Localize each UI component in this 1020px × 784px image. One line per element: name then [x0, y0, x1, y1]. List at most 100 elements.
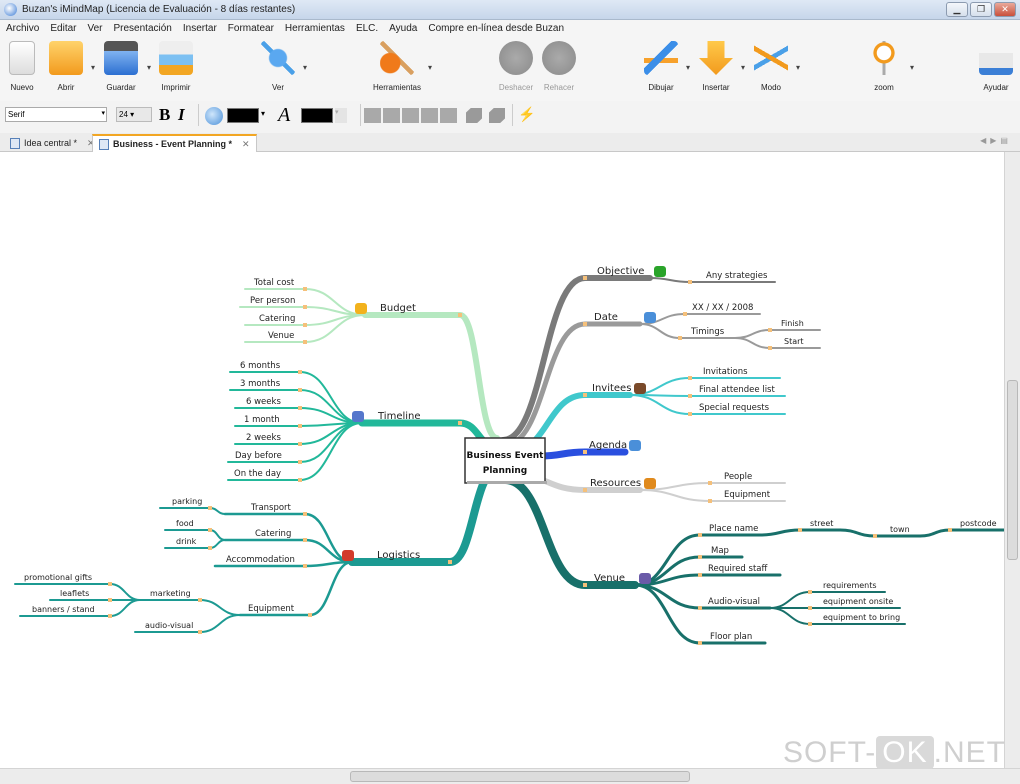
- minimize-button[interactable]: ▁: [946, 2, 968, 17]
- sub-branch-label[interactable]: 3 months: [240, 379, 281, 389]
- sub-branch-label[interactable]: Timings: [690, 327, 725, 337]
- sub-branch-label[interactable]: equipment to bring: [823, 613, 900, 622]
- alignment-buttons[interactable]: [364, 108, 459, 123]
- open-button[interactable]: Abrir: [36, 41, 96, 92]
- sub-branch-label[interactable]: Day before: [235, 451, 282, 461]
- branch-label[interactable]: Venue: [594, 573, 625, 584]
- text-color-swatch[interactable]: [301, 108, 333, 123]
- branch-label[interactable]: Agenda: [589, 440, 627, 451]
- unlink-icon[interactable]: ⚡: [518, 106, 535, 123]
- menu-ver[interactable]: Ver: [87, 23, 102, 34]
- bring-front-icon[interactable]: [489, 108, 505, 123]
- branch-label[interactable]: Objective: [597, 266, 644, 277]
- italic-button[interactable]: I: [178, 105, 185, 125]
- branch-label[interactable]: Timeline: [377, 411, 421, 422]
- sub-branch-label[interactable]: On the day: [234, 469, 281, 479]
- close-button[interactable]: ✕: [994, 2, 1016, 17]
- fill-color-swatch[interactable]: [227, 108, 259, 123]
- sub-branch-label[interactable]: Transport: [250, 503, 292, 513]
- menu-elc[interactable]: ELC.: [356, 23, 378, 34]
- sub-branch-label[interactable]: 6 weeks: [246, 397, 281, 407]
- sub-branch-label[interactable]: Place name: [709, 524, 758, 534]
- redo-button[interactable]: Rehacer: [529, 41, 589, 92]
- sub-branch-label[interactable]: Accommodation: [226, 555, 295, 565]
- menu-formatear[interactable]: Formatear: [228, 23, 274, 34]
- close-tab-icon[interactable]: ✕: [242, 139, 250, 150]
- sub-branch-label[interactable]: banners / stand: [32, 605, 95, 614]
- print-button[interactable]: Imprimir: [146, 41, 206, 92]
- sub-branch-label[interactable]: Map: [711, 546, 729, 556]
- view-dropdown[interactable]: ▾: [303, 63, 307, 72]
- sub-branch-label[interactable]: promotional gifts: [24, 573, 92, 582]
- sub-branch-label[interactable]: Start: [784, 337, 804, 346]
- sub-branch-label[interactable]: drink: [176, 537, 197, 546]
- sub-branch-label[interactable]: town: [890, 525, 910, 534]
- sub-branch-label[interactable]: Catering: [259, 314, 295, 324]
- central-idea[interactable]: Business Event Planning: [464, 437, 547, 484]
- vertical-scroll-thumb[interactable]: [1007, 380, 1018, 560]
- sub-branch-label[interactable]: 2 weeks: [246, 433, 281, 443]
- sub-branch-label[interactable]: People: [724, 472, 752, 482]
- mode-dropdown[interactable]: ▾: [796, 63, 800, 72]
- branch-label[interactable]: Resources: [590, 478, 641, 489]
- sub-branch-label[interactable]: Per person: [250, 296, 295, 306]
- vertical-scrollbar[interactable]: [1004, 152, 1020, 768]
- sub-branch-label[interactable]: Total cost: [253, 278, 295, 288]
- sub-branch-label[interactable]: Any strategies: [706, 271, 768, 281]
- zoom-button[interactable]: zoom: [854, 41, 914, 92]
- tab-business-event-planning[interactable]: Business - Event Planning * ✕: [92, 134, 257, 152]
- sub-branch-label[interactable]: postcode: [960, 519, 997, 528]
- sub-branch-label[interactable]: Required staff: [708, 564, 769, 574]
- branch-label[interactable]: Logistics: [377, 550, 420, 561]
- sub-branch-label[interactable]: Venue: [268, 331, 294, 341]
- draw-button[interactable]: Dibujar: [631, 41, 691, 92]
- branch-label[interactable]: Invitees: [592, 383, 631, 394]
- fill-color-dropdown[interactable]: ▾: [261, 109, 265, 118]
- branch-label[interactable]: Date: [594, 312, 618, 323]
- font-select[interactable]: Serif ▾: [5, 107, 107, 122]
- sub-branch-label[interactable]: Catering: [255, 529, 291, 539]
- sub-branch-label[interactable]: marketing: [150, 589, 191, 598]
- sub-branch-label[interactable]: Equipment: [724, 490, 771, 500]
- sub-branch-label[interactable]: Special requests: [699, 403, 770, 413]
- fill-color-icon[interactable]: [205, 107, 223, 125]
- sub-branch-label[interactable]: Equipment: [248, 604, 295, 614]
- menu-presentacion[interactable]: Presentación: [114, 23, 172, 34]
- menu-insertar[interactable]: Insertar: [183, 23, 217, 34]
- horizontal-scrollbar[interactable]: [0, 768, 1020, 784]
- tools-button[interactable]: Herramientas: [367, 41, 427, 92]
- sub-branch-label[interactable]: audio-visual: [145, 621, 193, 630]
- help-button[interactable]: Ayudar: [966, 41, 1020, 92]
- save-button[interactable]: Guardar: [91, 41, 151, 92]
- menu-herramientas[interactable]: Herramientas: [285, 23, 345, 34]
- text-color-dropdown[interactable]: ▾: [335, 108, 347, 123]
- sub-branch-label[interactable]: Final attendee list: [699, 385, 775, 395]
- font-size-select[interactable]: 24 ▾: [116, 107, 152, 122]
- sub-branch-label[interactable]: Invitations: [703, 367, 748, 377]
- maximize-button[interactable]: ❐: [970, 2, 992, 17]
- sub-branch-label[interactable]: XX / XX / 2008: [692, 303, 753, 313]
- bold-button[interactable]: B: [159, 105, 170, 125]
- tools-dropdown[interactable]: ▾: [428, 63, 432, 72]
- sub-branch-label[interactable]: street: [810, 519, 833, 528]
- sub-branch-label[interactable]: 1 month: [244, 415, 280, 425]
- sub-branch-label[interactable]: Floor plan: [710, 632, 752, 642]
- sub-branch-label[interactable]: Audio-visual: [708, 597, 760, 607]
- send-back-icon[interactable]: [466, 108, 482, 123]
- mindmap-canvas[interactable]: Budget Total cost Per person Catering Venue T…: [0, 152, 1004, 768]
- sub-branch-label[interactable]: food: [176, 519, 194, 528]
- sub-branch-label[interactable]: leaflets: [60, 589, 89, 598]
- sub-branch-label[interactable]: requirements: [823, 581, 877, 590]
- sub-branch-label[interactable]: parking: [172, 497, 202, 506]
- mode-button[interactable]: Modo: [741, 41, 801, 92]
- tab-idea-central[interactable]: Idea central * ✕: [4, 134, 101, 152]
- sub-branch-label[interactable]: equipment onsite: [823, 597, 893, 606]
- menu-editar[interactable]: Editar: [50, 23, 76, 34]
- tab-navigation[interactable]: ◀▶▤: [980, 136, 1012, 145]
- horizontal-scroll-thumb[interactable]: [350, 771, 690, 782]
- zoom-dropdown[interactable]: ▾: [910, 63, 914, 72]
- sub-branch-label[interactable]: Finish: [781, 319, 804, 328]
- insert-button[interactable]: Insertar: [686, 41, 746, 92]
- menu-archivo[interactable]: Archivo: [6, 23, 39, 34]
- branch-label[interactable]: Budget: [380, 303, 416, 314]
